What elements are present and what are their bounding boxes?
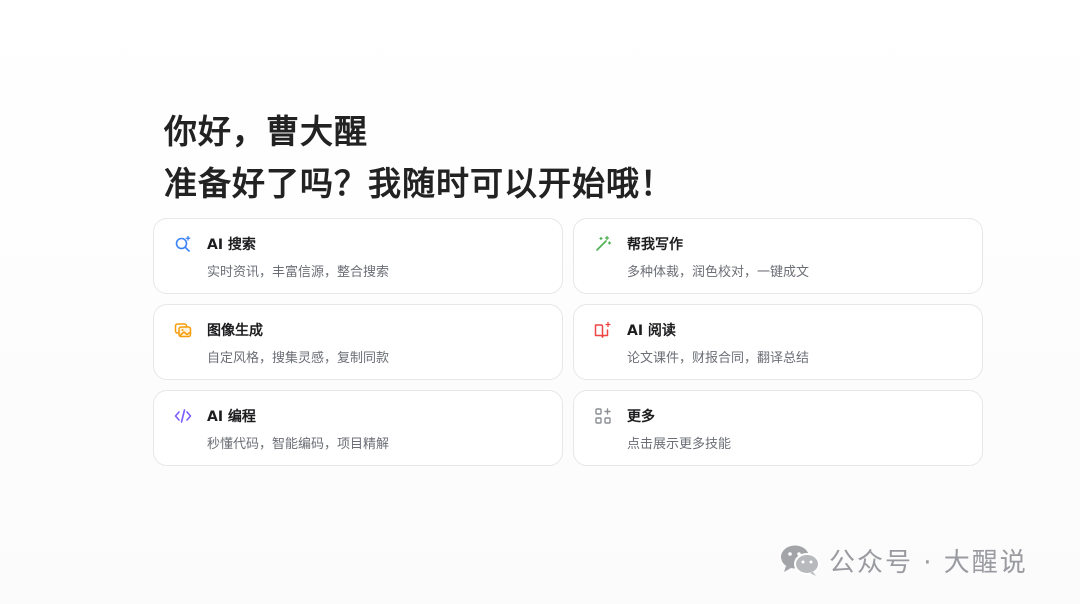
card-title: AI 阅读: [627, 323, 676, 339]
card-ai-search[interactable]: AI 搜索 实时资讯，丰富信源，整合搜索: [153, 218, 563, 294]
card-title: AI 编程: [207, 409, 256, 425]
card-description: 点击展示更多技能: [627, 437, 732, 452]
card-description: 实时资讯，丰富信源，整合搜索: [207, 265, 390, 280]
card-more[interactable]: 更多 点击展示更多技能: [573, 390, 983, 466]
watermark-text: 公众号 · 大醒说: [829, 547, 1028, 578]
card-title: 更多: [627, 409, 655, 425]
page: 你好，曹大醒 准备好了吗？我随时可以开始哦！ AI 搜索 实时资讯，丰富信源，整…: [0, 0, 1080, 604]
card-description: 多种体裁，润色校对，一键成文: [627, 265, 810, 280]
greeting-subtitle: 准备好了吗？我随时可以开始哦！: [164, 164, 674, 203]
card-description: 自定风格，搜集灵感，复制同款: [207, 351, 390, 366]
image-gallery-icon: [174, 321, 192, 339]
search-sparkle-icon: [174, 235, 192, 253]
card-writing[interactable]: 帮我写作 多种体裁，润色校对，一键成文: [573, 218, 983, 294]
card-image-generation[interactable]: 图像生成 自定风格，搜集灵感，复制同款: [153, 304, 563, 380]
card-description: 论文课件，财报合同，翻译总结: [627, 351, 810, 366]
watermark: 公众号 · 大醒说: [779, 540, 1028, 580]
card-ai-reading[interactable]: AI 阅读 论文课件，财报合同，翻译总结: [573, 304, 983, 380]
code-icon: [174, 407, 192, 425]
magic-wand-icon: [594, 235, 612, 253]
skill-cards: AI 搜索 实时资讯，丰富信源，整合搜索 帮我写作 多种体裁，润色校对，一键成文: [153, 218, 983, 466]
card-title: AI 搜索: [207, 237, 256, 253]
card-ai-coding[interactable]: AI 编程 秒懂代码，智能编码，项目精解: [153, 390, 563, 466]
card-title: 帮我写作: [627, 237, 683, 253]
grid-plus-icon: [594, 407, 612, 425]
wechat-icon: [779, 543, 821, 577]
book-sparkle-icon: [594, 321, 612, 339]
card-title: 图像生成: [207, 323, 263, 339]
greeting: 你好，曹大醒 准备好了吗？我随时可以开始哦！: [164, 106, 674, 210]
card-description: 秒懂代码，智能编码，项目精解: [207, 437, 390, 452]
greeting-title: 你好，曹大醒: [164, 112, 368, 151]
